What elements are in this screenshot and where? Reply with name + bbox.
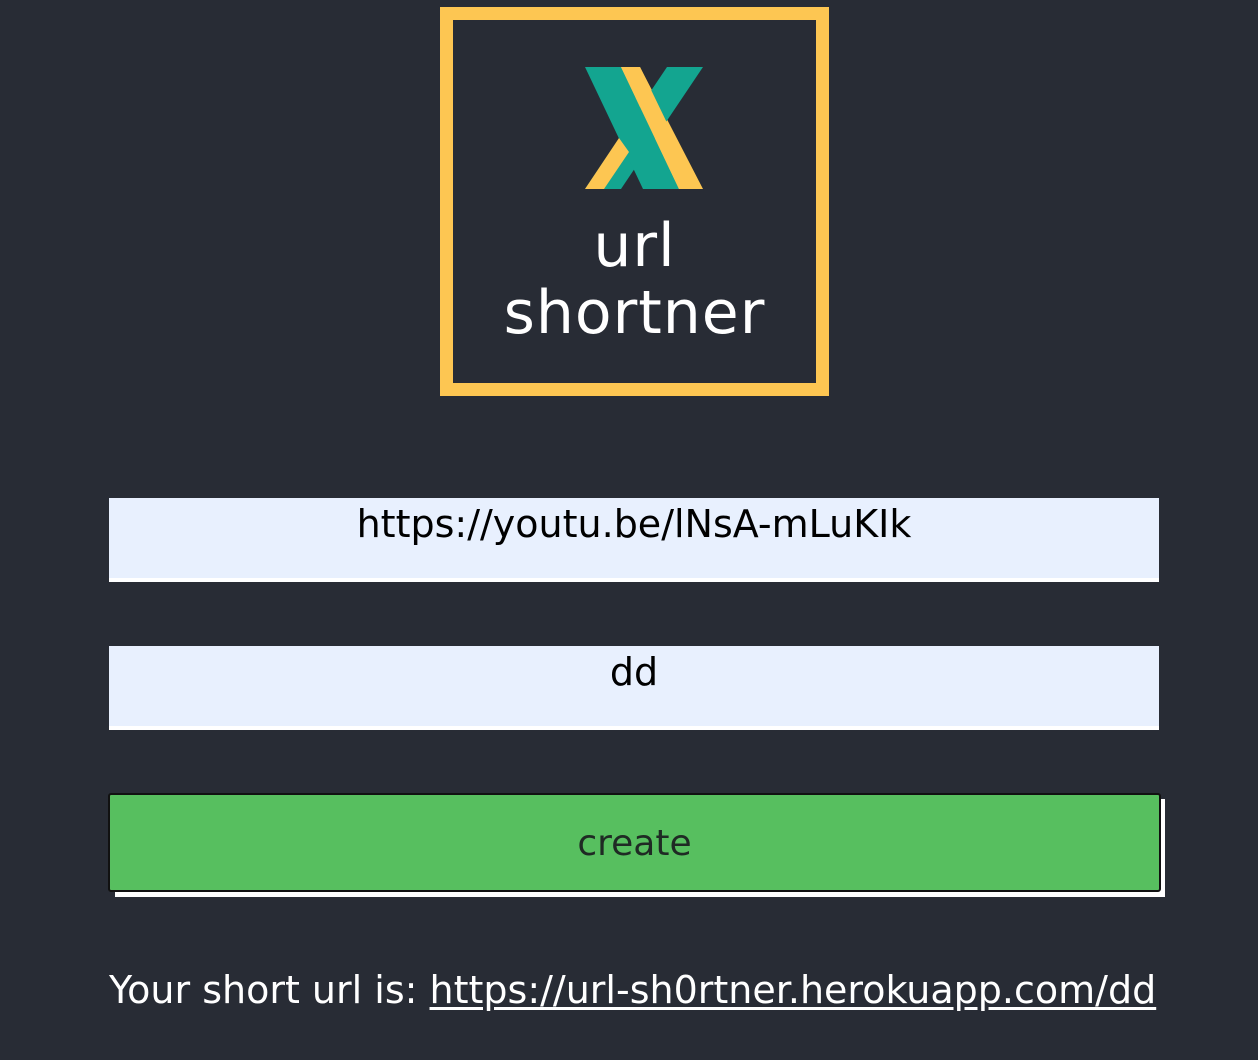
- app-page: url shortner create Your short url is: h…: [0, 0, 1258, 1060]
- short-slug-input[interactable]: [109, 646, 1159, 730]
- result-message: Your short url is: https://url-sh0rtner.…: [109, 962, 1189, 1018]
- result-prefix: Your short url is:: [109, 968, 430, 1012]
- short-url-link[interactable]: https://url-sh0rtner.herokuapp.com/dd: [430, 968, 1157, 1012]
- logo-text-line1: url: [593, 211, 676, 281]
- long-url-input[interactable]: [109, 498, 1159, 582]
- logo: url shortner: [440, 7, 829, 396]
- create-button[interactable]: create: [108, 793, 1161, 892]
- logo-text-line2: shortner: [503, 278, 766, 348]
